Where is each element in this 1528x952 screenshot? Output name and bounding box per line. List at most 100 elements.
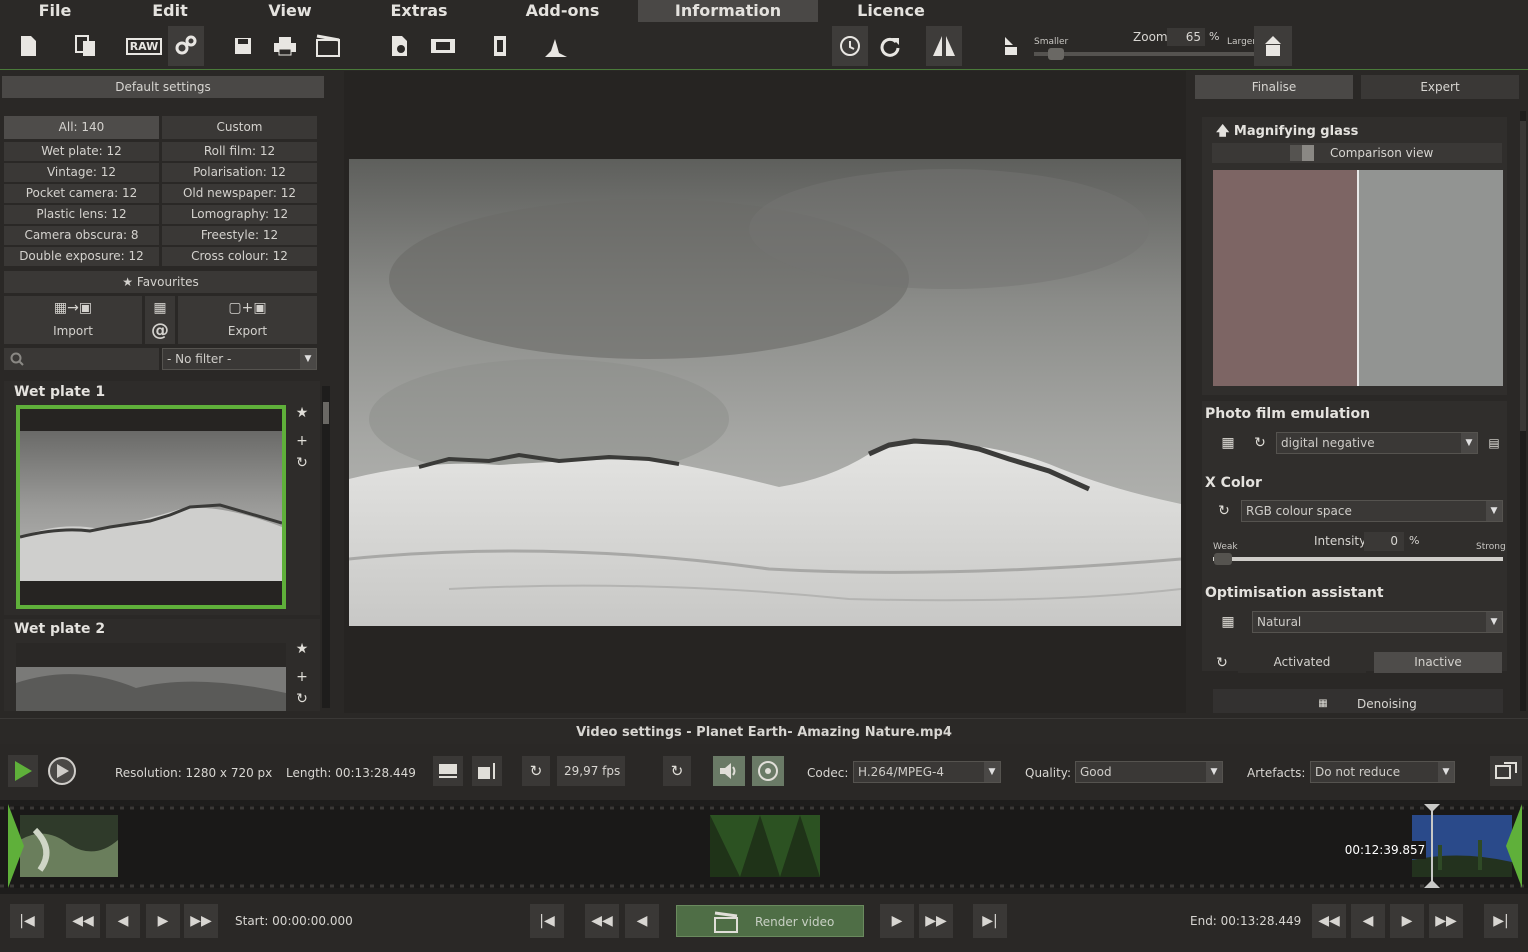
optimisation-reset-icon[interactable]: ↻ [1212, 653, 1232, 673]
end-fast-forward-icon[interactable]: ▶▶ [1429, 904, 1463, 938]
frame-forward-icon[interactable]: ▶ [880, 904, 914, 938]
end-step-back-icon[interactable]: ◀ [1351, 904, 1385, 938]
category-polarisation[interactable]: Polarisation: 12 [162, 163, 317, 182]
frame-back-icon[interactable]: ◀ [625, 904, 659, 938]
export-button[interactable]: ▢+▣ Export [178, 296, 317, 344]
zoom-in-icon[interactable] [1254, 26, 1292, 66]
category-vintage[interactable]: Vintage: 12 [4, 163, 159, 182]
save-icon[interactable] [225, 26, 261, 66]
end-step-forward-icon[interactable]: ▶ [1390, 904, 1424, 938]
render-video-button[interactable]: Render video [676, 905, 864, 937]
share-button[interactable]: ▦ @ [145, 296, 175, 344]
comparison-toggle[interactable] [1290, 145, 1314, 161]
preset-thumbnail-1[interactable] [16, 405, 286, 609]
zoom-out-icon[interactable] [996, 26, 1026, 66]
filter-dropdown[interactable]: - No filter - ▼ [162, 348, 317, 370]
import-button[interactable]: ▦→▣ Import [4, 296, 142, 344]
category-lomography[interactable]: Lomography: 12 [162, 205, 317, 224]
zoom-value[interactable]: 65 [1167, 28, 1205, 46]
denoising-row[interactable]: ▦ Denoising [1213, 689, 1503, 713]
category-plastic-lens[interactable]: Plastic lens: 12 [4, 205, 159, 224]
preset-scrollbar[interactable] [322, 386, 330, 708]
settings-icon[interactable] [168, 26, 204, 66]
start-step-forward-icon[interactable]: ▶ [146, 904, 180, 938]
preview-toggle-icon[interactable] [46, 755, 78, 787]
intensity-value[interactable]: 0 [1364, 532, 1404, 551]
menu-view[interactable]: View [255, 0, 325, 22]
reset-icon-2[interactable]: ↻ [292, 689, 312, 709]
menu-information[interactable]: Information [638, 0, 818, 22]
menu-addons[interactable]: Add-ons [515, 0, 610, 22]
category-pocket-camera[interactable]: Pocket camera: 12 [4, 184, 159, 203]
category-camera-obscura[interactable]: Camera obscura: 8 [4, 226, 159, 245]
end-last-frame-icon[interactable]: ▶| [1484, 904, 1518, 938]
film-emulation-dropdown[interactable]: digital negative ▼ [1276, 432, 1478, 454]
tab-custom[interactable]: Custom [162, 116, 317, 139]
menu-edit[interactable]: Edit [135, 0, 205, 22]
fast-forward-icon[interactable]: ▶▶ [919, 904, 953, 938]
optimisation-dropdown[interactable]: Natural ▼ [1252, 611, 1503, 633]
artefacts-dropdown[interactable]: Do not reduce ▼ [1310, 761, 1455, 783]
magnifier-preview[interactable] [1213, 170, 1503, 386]
category-cross-colour[interactable]: Cross colour: 12 [162, 247, 317, 266]
favourite-star-icon-2[interactable]: ★ [292, 639, 312, 659]
start-step-back-icon[interactable]: ◀ [106, 904, 140, 938]
tab-all[interactable]: All: 140 [4, 116, 159, 139]
zoom-slider-track[interactable] [1034, 52, 1254, 56]
speaker-icon[interactable] [713, 756, 745, 786]
history-icon[interactable] [832, 26, 868, 66]
end-fast-back-icon[interactable]: ◀◀ [1312, 904, 1346, 938]
colour-space-dropdown[interactable]: RGB colour space ▼ [1241, 500, 1503, 522]
inactive-button[interactable]: Inactive [1374, 652, 1502, 673]
mirror-icon[interactable] [926, 26, 962, 66]
audio-reset-icon[interactable]: ↻ [663, 756, 691, 786]
audio-settings-icon[interactable] [752, 756, 784, 786]
intensity-slider-handle[interactable] [1214, 553, 1232, 565]
menu-licence[interactable]: Licence [848, 0, 934, 22]
preset-search-input[interactable] [4, 348, 159, 370]
category-roll-film[interactable]: Roll film: 12 [162, 142, 317, 161]
menu-extras[interactable]: Extras [380, 0, 458, 22]
play-icon[interactable] [8, 755, 38, 787]
intensity-slider-track[interactable] [1213, 557, 1503, 561]
favourite-star-icon[interactable]: ★ [292, 403, 312, 423]
start-first-frame-icon[interactable]: |◀ [10, 904, 44, 938]
add-icon[interactable]: + [292, 431, 312, 451]
histogram-icon[interactable] [538, 26, 574, 66]
right-scrollbar-thumb[interactable] [1520, 121, 1526, 431]
xcolor-reset-icon[interactable]: ↻ [1214, 501, 1234, 521]
preset-scrollbar-thumb[interactable] [323, 402, 329, 424]
optimisation-presets-icon[interactable]: ▦ [1214, 612, 1242, 632]
preview-image[interactable] [349, 159, 1181, 626]
category-freestyle[interactable]: Freestyle: 12 [162, 226, 317, 245]
filmstrip-icon[interactable] [425, 26, 461, 66]
add-icon-2[interactable]: + [292, 667, 312, 687]
zoom-slider-handle[interactable] [1048, 48, 1064, 60]
fps-reset-icon[interactable]: ↻ [522, 756, 550, 786]
rewind-icon[interactable]: ◀◀ [585, 904, 619, 938]
quality-dropdown[interactable]: Good ▼ [1075, 761, 1223, 783]
codec-dropdown[interactable]: H.264/MPEG-4 ▼ [853, 761, 1001, 783]
right-scrollbar[interactable] [1520, 111, 1526, 711]
category-old-newspaper[interactable]: Old newspaper: 12 [162, 184, 317, 203]
redo-icon[interactable] [872, 26, 908, 66]
raw-icon[interactable]: RAW [124, 26, 164, 66]
reset-icon[interactable]: ↻ [292, 453, 312, 473]
film-reset-icon[interactable]: ↻ [1250, 433, 1270, 453]
fit-width-icon[interactable] [433, 756, 463, 786]
activated-button[interactable]: Activated [1238, 652, 1366, 673]
menu-file[interactable]: File [20, 0, 90, 22]
film-presets-icon[interactable]: ▦ [1214, 433, 1242, 453]
tab-expert[interactable]: Expert [1361, 75, 1519, 99]
swap-view-icon[interactable] [1490, 756, 1522, 786]
default-settings-button[interactable]: Default settings [2, 76, 324, 98]
fps-field[interactable]: 29,97 fps [557, 756, 625, 786]
new-file-icon[interactable] [10, 26, 46, 66]
start-fast-forward-icon[interactable]: ▶▶ [184, 904, 218, 938]
batch-icon[interactable] [382, 26, 418, 66]
go-first-icon[interactable]: |◀ [530, 904, 564, 938]
copy-file-icon[interactable] [68, 26, 104, 66]
film-vertical-icon[interactable] [482, 26, 518, 66]
go-last-icon[interactable]: ▶| [973, 904, 1007, 938]
magnifying-glass-title[interactable]: 🡅 Magnifying glass [1216, 122, 1358, 144]
